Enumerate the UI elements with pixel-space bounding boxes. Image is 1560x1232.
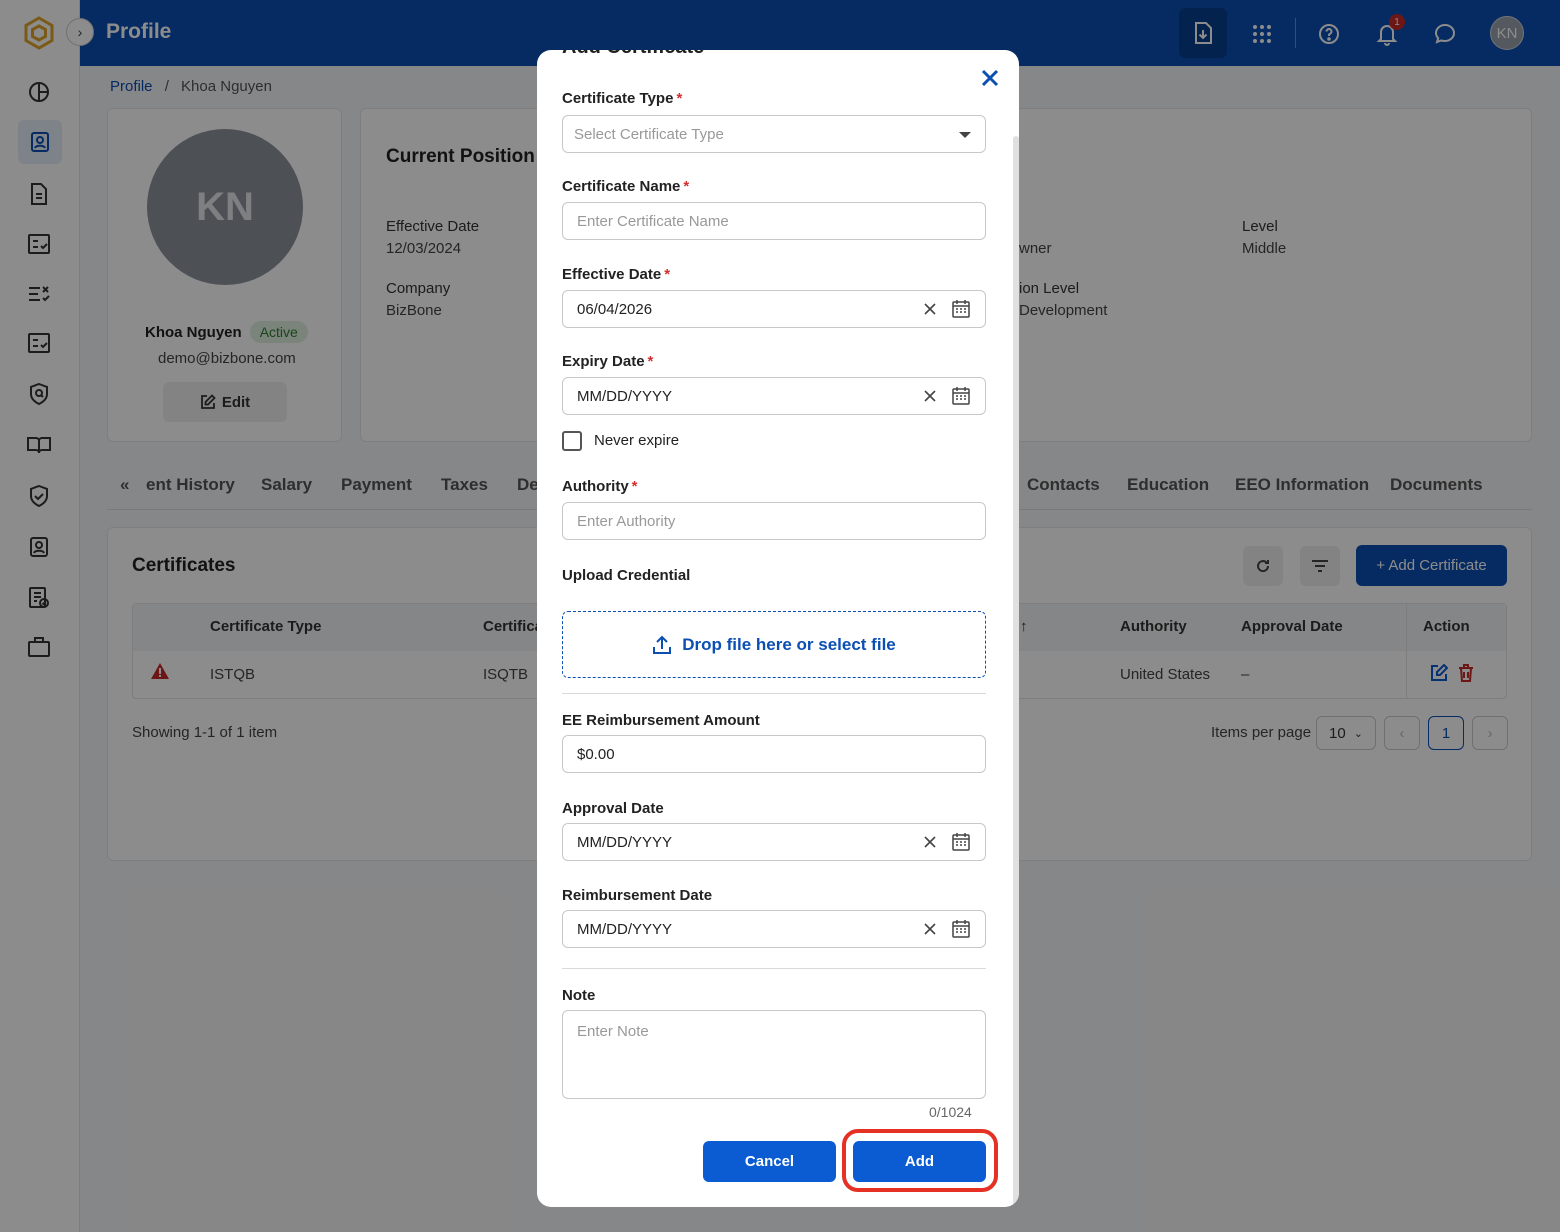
section-divider [562, 968, 986, 969]
add-button[interactable]: Add [853, 1141, 986, 1182]
approval-date-field[interactable]: MM/DD/YYYY [562, 823, 986, 861]
note-label: Note [562, 987, 596, 1004]
upload-credential-label: Upload Credential [562, 567, 691, 584]
clear-icon[interactable] [921, 300, 939, 318]
note-textarea[interactable]: Enter Note [562, 1010, 986, 1099]
approval-date-placeholder: MM/DD/YYYY [577, 833, 673, 851]
effective-date-input-value: 06/04/2026 [577, 300, 653, 318]
modal-scrollbar[interactable] [1013, 136, 1019, 1207]
calendar-icon[interactable] [951, 832, 971, 852]
add-certificate-modal: Add Certificate Certificate Type* Select… [537, 50, 1019, 1207]
never-expire-label[interactable]: Never expire [594, 432, 679, 449]
note-placeholder: Enter Note [577, 1023, 649, 1040]
authority-label: Authority * [562, 478, 638, 495]
effective-date-field[interactable]: 06/04/2026 [562, 290, 986, 328]
clear-icon[interactable] [921, 387, 939, 405]
effective-date-field-label: Effective Date * [562, 266, 671, 283]
calendar-icon[interactable] [951, 299, 971, 319]
ee-reimbursement-value: $0.00 [577, 745, 615, 763]
ee-reimbursement-label: EE Reimbursement Amount [562, 712, 760, 729]
note-char-counter: 0/1024 [929, 1104, 972, 1120]
certificate-type-placeholder: Select Certificate Type [574, 125, 724, 143]
section-divider [562, 693, 986, 694]
reimbursement-date-field[interactable]: MM/DD/YYYY [562, 910, 986, 948]
certificate-type-select[interactable]: Select Certificate Type [562, 115, 986, 153]
clear-icon[interactable] [921, 920, 939, 938]
expiry-date-label: Expiry Date * [562, 353, 654, 370]
caret-down-icon [959, 132, 971, 138]
never-expire-checkbox[interactable] [562, 431, 582, 451]
file-dropzone[interactable]: Drop file here or select file [562, 611, 986, 678]
dropzone-text: Drop file here or select file [682, 634, 896, 654]
authority-field[interactable]: Enter Authority [562, 502, 986, 540]
reimbursement-date-placeholder: MM/DD/YYYY [577, 920, 673, 938]
expiry-date-field[interactable]: MM/DD/YYYY [562, 377, 986, 415]
upload-icon [653, 635, 672, 654]
authority-placeholder: Enter Authority [577, 512, 676, 530]
cancel-button[interactable]: Cancel [703, 1141, 836, 1182]
certificate-type-label: Certificate Type * [562, 90, 683, 107]
modal-title: Add Certificate [562, 50, 704, 59]
calendar-icon[interactable] [951, 919, 971, 939]
close-icon[interactable] [978, 66, 1002, 90]
calendar-icon[interactable] [951, 386, 971, 406]
certificate-name-field[interactable]: Enter Certificate Name [562, 202, 986, 240]
expiry-date-placeholder: MM/DD/YYYY [577, 387, 673, 405]
ee-reimbursement-field[interactable]: $0.00 [562, 735, 986, 773]
approval-date-label: Approval Date [562, 800, 664, 817]
clear-icon[interactable] [921, 833, 939, 851]
certificate-name-placeholder: Enter Certificate Name [577, 212, 729, 230]
certificate-name-label: Certificate Name * [562, 178, 690, 195]
reimbursement-date-label: Reimbursement Date [562, 887, 713, 904]
